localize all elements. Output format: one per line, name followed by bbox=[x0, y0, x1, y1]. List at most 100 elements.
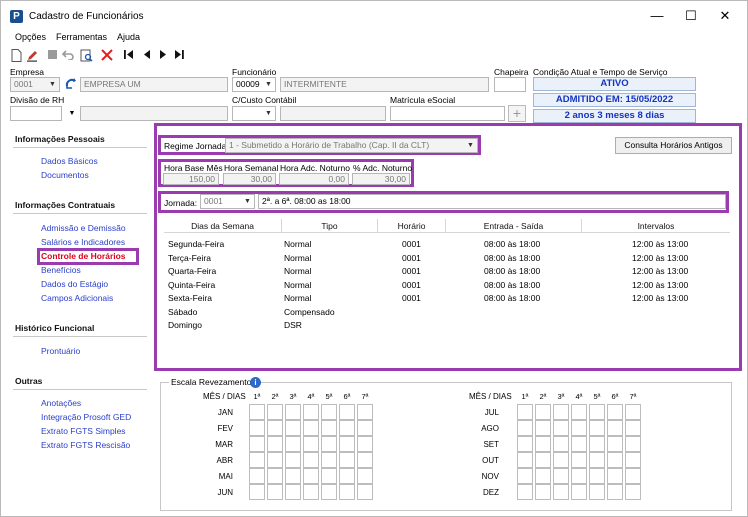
escala-cell-input[interactable] bbox=[535, 436, 551, 452]
sidebar-item-controle-horarios[interactable]: Controle de Horários bbox=[41, 251, 126, 261]
escala-cell-input[interactable] bbox=[321, 452, 337, 468]
escala-cell-input[interactable] bbox=[553, 420, 569, 436]
escala-cell-input[interactable] bbox=[607, 436, 623, 452]
table-row[interactable]: Quinta-Feira Normal 0001 08:00 às 18:00 … bbox=[164, 279, 730, 293]
add-plus-icon[interactable]: + bbox=[508, 105, 526, 122]
escala-cell-input[interactable] bbox=[625, 484, 641, 500]
divisao-code-input[interactable] bbox=[10, 106, 62, 121]
escala-cell-input[interactable] bbox=[607, 420, 623, 436]
escala-cell-input[interactable] bbox=[517, 404, 533, 420]
escala-cell-input[interactable] bbox=[249, 420, 265, 436]
escala-cell-input[interactable] bbox=[321, 436, 337, 452]
escala-cell-input[interactable] bbox=[303, 468, 319, 484]
escala-cell-input[interactable] bbox=[285, 484, 301, 500]
escala-cell-input[interactable] bbox=[517, 452, 533, 468]
sidebar-item-campos-adicionais[interactable]: Campos Adicionais bbox=[41, 293, 113, 303]
escala-cell-input[interactable] bbox=[339, 452, 355, 468]
sidebar-item-salarios[interactable]: Salários e Indicadores bbox=[41, 237, 125, 247]
escala-cell-input[interactable] bbox=[267, 420, 283, 436]
table-row[interactable]: Terça-Feira Normal 0001 08:00 às 18:00 1… bbox=[164, 252, 730, 266]
escala-cell-input[interactable] bbox=[517, 468, 533, 484]
escala-cell-input[interactable] bbox=[553, 436, 569, 452]
escala-cell-input[interactable] bbox=[357, 404, 373, 420]
sidebar-item-beneficios[interactable]: Benefícios bbox=[41, 265, 81, 275]
escala-cell-input[interactable] bbox=[303, 484, 319, 500]
table-row[interactable]: Sexta-Feira Normal 0001 08:00 às 18:00 1… bbox=[164, 292, 730, 306]
escala-cell-input[interactable] bbox=[249, 436, 265, 452]
escala-cell-input[interactable] bbox=[571, 484, 587, 500]
undo-icon[interactable] bbox=[61, 49, 75, 62]
escala-cell-input[interactable] bbox=[321, 484, 337, 500]
sidebar-item-ged[interactable]: Integração Prosoft GED bbox=[41, 412, 131, 422]
escala-cell-input[interactable] bbox=[321, 404, 337, 420]
info-icon[interactable]: i bbox=[250, 377, 261, 388]
edit-icon[interactable] bbox=[26, 49, 39, 62]
new-document-icon[interactable] bbox=[10, 49, 23, 62]
escala-cell-input[interactable] bbox=[285, 468, 301, 484]
escala-cell-input[interactable] bbox=[357, 484, 373, 500]
escala-cell-input[interactable] bbox=[553, 484, 569, 500]
delete-icon[interactable] bbox=[100, 49, 113, 62]
funcionario-code-select[interactable]: 00009 ▼ bbox=[232, 77, 276, 92]
escala-cell-input[interactable] bbox=[267, 436, 283, 452]
close-window-button[interactable]: ✕ bbox=[715, 7, 735, 25]
stop-icon[interactable] bbox=[46, 49, 59, 62]
escala-cell-input[interactable] bbox=[535, 452, 551, 468]
sidebar-item-documentos[interactable]: Documentos bbox=[41, 170, 89, 180]
table-row[interactable]: Quarta-Feira Normal 0001 08:00 às 18:00 … bbox=[164, 265, 730, 279]
escala-cell-input[interactable] bbox=[571, 436, 587, 452]
minimize-button[interactable]: — bbox=[647, 7, 667, 25]
table-row[interactable]: Segunda-Feira Normal 0001 08:00 às 18:00… bbox=[164, 238, 730, 252]
first-record-icon[interactable] bbox=[122, 49, 135, 62]
consulta-horarios-button[interactable]: Consulta Horários Antigos bbox=[615, 137, 732, 154]
menu-ferramentas[interactable]: Ferramentas bbox=[56, 32, 107, 42]
escala-cell-input[interactable] bbox=[267, 484, 283, 500]
escala-cell-input[interactable] bbox=[267, 468, 283, 484]
escala-cell-input[interactable] bbox=[339, 484, 355, 500]
escala-cell-input[interactable] bbox=[535, 468, 551, 484]
escala-cell-input[interactable] bbox=[303, 420, 319, 436]
table-row[interactable]: Domingo DSR bbox=[164, 319, 730, 333]
escala-cell-input[interactable] bbox=[517, 436, 533, 452]
escala-cell-input[interactable] bbox=[571, 468, 587, 484]
print-preview-icon[interactable] bbox=[80, 49, 93, 62]
sidebar-item-fgts-simples[interactable]: Extrato FGTS Simples bbox=[41, 426, 126, 436]
escala-cell-input[interactable] bbox=[625, 404, 641, 420]
maximize-button[interactable]: ☐ bbox=[681, 7, 701, 25]
escala-cell-input[interactable] bbox=[339, 420, 355, 436]
escala-cell-input[interactable] bbox=[303, 404, 319, 420]
jornada-code-select[interactable]: 0001 ▼ bbox=[200, 194, 255, 209]
chevron-down-icon[interactable]: ▼ bbox=[65, 106, 79, 121]
escala-cell-input[interactable] bbox=[589, 468, 605, 484]
escala-cell-input[interactable] bbox=[339, 436, 355, 452]
escala-cell-input[interactable] bbox=[535, 404, 551, 420]
escala-cell-input[interactable] bbox=[607, 484, 623, 500]
escala-cell-input[interactable] bbox=[607, 468, 623, 484]
escala-cell-input[interactable] bbox=[589, 452, 605, 468]
last-record-icon[interactable] bbox=[172, 49, 185, 62]
escala-cell-input[interactable] bbox=[249, 484, 265, 500]
empresa-code-select[interactable]: 0001 ▼ bbox=[10, 77, 60, 92]
escala-cell-input[interactable] bbox=[589, 404, 605, 420]
matricula-input[interactable] bbox=[390, 106, 505, 121]
escala-cell-input[interactable] bbox=[625, 452, 641, 468]
sidebar-item-estagio[interactable]: Dados do Estágio bbox=[41, 279, 108, 289]
escala-cell-input[interactable] bbox=[535, 484, 551, 500]
escala-cell-input[interactable] bbox=[517, 420, 533, 436]
escala-cell-input[interactable] bbox=[553, 404, 569, 420]
escala-cell-input[interactable] bbox=[303, 452, 319, 468]
chapeira-input[interactable] bbox=[494, 77, 526, 92]
escala-cell-input[interactable] bbox=[589, 484, 605, 500]
escala-cell-input[interactable] bbox=[357, 452, 373, 468]
escala-cell-input[interactable] bbox=[321, 420, 337, 436]
sidebar-item-admissao[interactable]: Admissão e Demissão bbox=[41, 223, 126, 233]
escala-cell-input[interactable] bbox=[553, 468, 569, 484]
sidebar-item-dados-basicos[interactable]: Dados Básicos bbox=[41, 156, 98, 166]
escala-cell-input[interactable] bbox=[249, 452, 265, 468]
escala-cell-input[interactable] bbox=[589, 436, 605, 452]
escala-cell-input[interactable] bbox=[571, 404, 587, 420]
escala-cell-input[interactable] bbox=[339, 404, 355, 420]
menu-opcoes[interactable]: Opções bbox=[15, 32, 46, 42]
escala-cell-input[interactable] bbox=[535, 420, 551, 436]
escala-cell-input[interactable] bbox=[625, 420, 641, 436]
